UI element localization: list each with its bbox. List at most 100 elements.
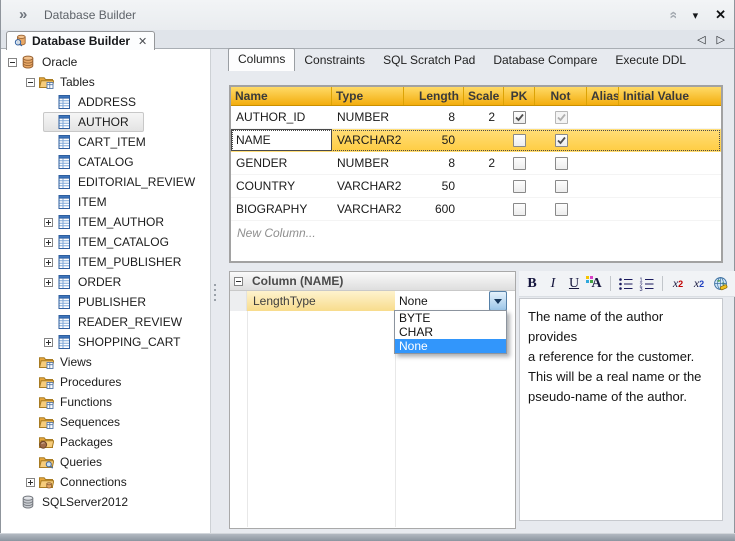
tree-item-packages[interactable]: Packages [25,432,128,452]
tree-splitter[interactable] [211,49,219,533]
grid-cell-initial_value[interactable] [619,198,721,220]
tree-row-connections[interactable]: Connections [1,472,210,492]
not-null-checkbox[interactable] [555,203,568,216]
grid-cell-not_null[interactable] [535,152,587,174]
tab-sql-scratch-pad[interactable]: SQL Scratch Pad [374,50,484,71]
grid-cell-scale[interactable] [464,129,504,151]
tree-row-publisher[interactable]: PUBLISHER [1,292,210,312]
grid-row-country[interactable]: COUNTRYVARCHAR250 [231,175,721,198]
property-panel-header[interactable]: Column (NAME) [230,272,515,291]
tree-item-views[interactable]: Views [25,352,107,372]
subscript-button[interactable]: x2 [689,274,709,294]
pk-checkbox[interactable] [513,203,526,216]
grid-cell-pk[interactable] [504,198,535,220]
grid-cell-alias[interactable] [587,106,619,128]
tree-item-item-publisher[interactable]: ITEM_PUBLISHER [43,252,196,272]
tree-item-queries[interactable]: Queries [25,452,117,472]
grid-cell-scale[interactable] [464,175,504,197]
pk-checkbox[interactable] [513,111,526,124]
grid-cell-type[interactable]: NUMBER [332,152,404,174]
tree-row-sqlserver2012[interactable]: SQLServer2012 [1,492,210,512]
grid-row-biography[interactable]: BIOGRAPHYVARCHAR2600 [231,198,721,221]
grid-cell-not_null[interactable] [535,175,587,197]
grid-cell-not_null[interactable] [535,129,587,151]
grid-cell-initial_value[interactable] [619,152,721,174]
tree-row-views[interactable]: Views [1,352,210,372]
grid-cell-pk[interactable] [504,129,535,151]
tree-row-tables[interactable]: Tables [1,72,210,92]
tree-item-reader-review[interactable]: READER_REVIEW [43,312,197,332]
dropdown-option-none[interactable]: None [395,339,506,353]
grid-cell-type[interactable]: VARCHAR2 [332,175,404,197]
dropdown-option-byte[interactable]: BYTE [395,311,506,325]
grid-cell-name[interactable]: NAME [231,129,332,151]
tab-columns[interactable]: Columns [228,48,295,71]
tree-item-cart-item[interactable]: CART_ITEM [43,132,161,152]
tree-item-connections[interactable]: Connections [25,472,142,492]
expand-plus-icon[interactable] [44,218,53,227]
tab-close-icon[interactable]: ✕ [138,35,147,48]
tree-row-item[interactable]: ITEM [1,192,210,212]
tree-row-editorial-review[interactable]: EDITORIAL_REVIEW [1,172,210,192]
grid-cell-scale[interactable]: 2 [464,106,504,128]
tree-row-address[interactable]: ADDRESS [1,92,210,112]
collapse-minus-icon[interactable] [234,277,243,286]
tree-item-editorial-review[interactable]: EDITORIAL_REVIEW [43,172,210,192]
grid-cell-scale[interactable]: 2 [464,152,504,174]
grid-row-name[interactable]: NAMEVARCHAR250 [231,129,721,152]
tree-item-item-catalog[interactable]: ITEM_CATALOG [43,232,184,252]
expand-plus-icon[interactable] [44,238,53,247]
tab-execute-ddl[interactable]: Execute DDL [606,50,695,71]
tree-item-item-author[interactable]: ITEM_AUTHOR [43,212,179,232]
tab-database-builder[interactable]: Database Builder ✕ [6,31,155,50]
grid-cell-name[interactable]: GENDER [231,152,332,174]
grid-cell-length[interactable]: 600 [404,198,464,220]
font-color-button[interactable]: A [585,274,605,294]
tree-row-shopping-cart[interactable]: SHOPPING_CART [1,332,210,352]
bold-button[interactable]: B [522,274,542,294]
grid-cell-pk[interactable] [504,106,535,128]
tree-item-sqlserver2012[interactable]: SQLServer2012 [7,492,143,512]
tree-item-tables[interactable]: Tables [25,72,110,92]
collapse-minus-icon[interactable] [8,58,17,67]
tree-row-catalog[interactable]: CATALOG [1,152,210,172]
numbered-list-icon[interactable]: 123 [637,274,657,294]
expand-plus-icon[interactable] [44,338,53,347]
nav-back-icon[interactable]: ◁ [697,33,705,46]
tree-row-queries[interactable]: Queries [1,452,210,472]
property-row-lengthtype[interactable]: LengthType None [230,291,515,311]
tree-row-cart-item[interactable]: CART_ITEM [1,132,210,152]
pk-checkbox[interactable] [513,180,526,193]
tree-row-item-publisher[interactable]: ITEM_PUBLISHER [1,252,210,272]
tree-row-procedures[interactable]: Procedures [1,372,210,392]
collapse-minus-icon[interactable] [26,78,35,87]
grid-cell-alias[interactable] [587,175,619,197]
bullet-list-icon[interactable] [616,274,636,294]
tree-row-item-catalog[interactable]: ITEM_CATALOG [1,232,210,252]
tree-row-packages[interactable]: Packages [1,432,210,452]
tree-item-order[interactable]: ORDER [43,272,136,292]
italic-button[interactable]: I [543,274,563,294]
tree-item-oracle[interactable]: Oracle [7,52,92,72]
nav-forward-icon[interactable]: ▷ [717,33,725,46]
auto-hide-pin-icon[interactable]: » [664,11,680,19]
grid-cell-alias[interactable] [587,198,619,220]
tree-item-item[interactable]: ITEM [43,192,122,212]
collapse-chevrons-icon[interactable]: » [19,6,27,23]
combo-dropdown-button[interactable] [489,291,507,311]
not-null-checkbox[interactable] [555,157,568,170]
grid-cell-pk[interactable] [504,175,535,197]
grid-cell-alias[interactable] [587,152,619,174]
expand-plus-icon[interactable] [26,478,35,487]
not-null-checkbox[interactable] [555,180,568,193]
grid-cell-pk[interactable] [504,152,535,174]
grid-cell-not_null[interactable] [535,106,587,128]
tree-item-procedures[interactable]: Procedures [25,372,136,392]
tree-item-functions[interactable]: Functions [25,392,127,412]
not-null-checkbox[interactable] [555,111,568,124]
tree-item-catalog[interactable]: CATALOG [43,152,149,172]
grid-row-author-id[interactable]: AUTHOR_IDNUMBER82 [231,106,721,129]
expand-plus-icon[interactable] [44,258,53,267]
tab-constraints[interactable]: Constraints [295,50,374,71]
notes-editor[interactable]: The name of the author providesa referen… [519,298,723,521]
